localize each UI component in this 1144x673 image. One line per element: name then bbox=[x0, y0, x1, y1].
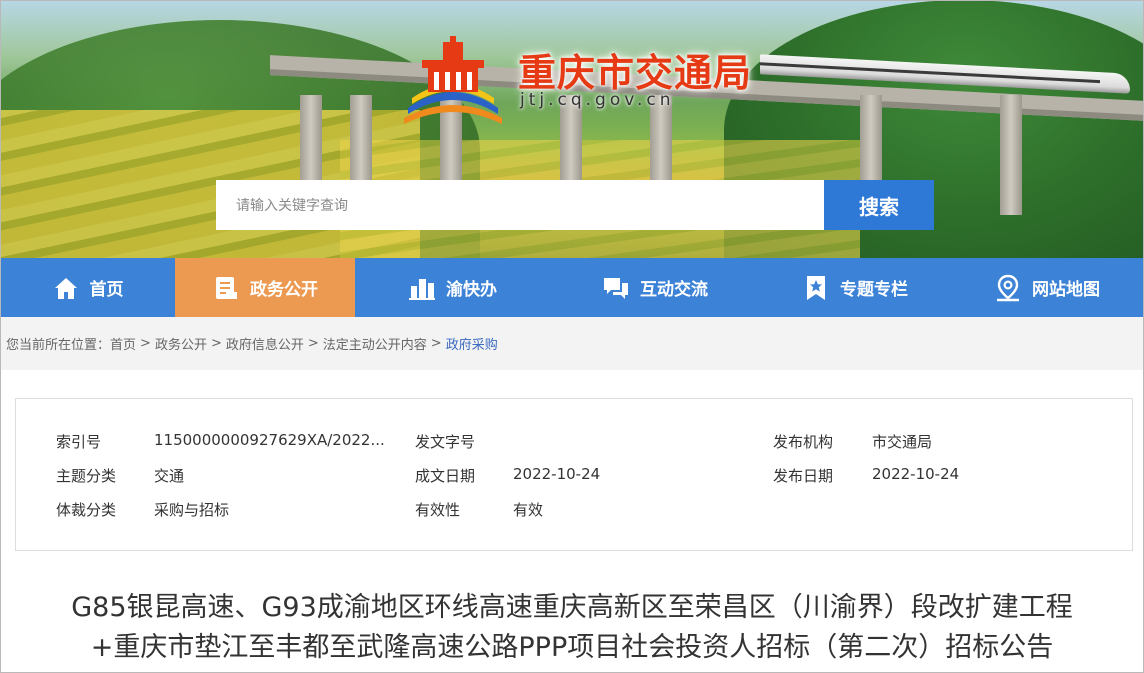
nav-item-label: 渝快办 bbox=[446, 280, 497, 300]
bridge-pillar bbox=[1000, 95, 1022, 215]
breadcrumb-separator: > bbox=[307, 336, 319, 351]
created-date-value: 2022-10-24 bbox=[513, 465, 601, 483]
site-url: jtj.cq.gov.cn bbox=[520, 90, 675, 110]
published-date-label: 发布日期 bbox=[773, 467, 834, 485]
map-pin-icon bbox=[997, 274, 1019, 301]
nav-item-interaction[interactable]: 互动交流 bbox=[550, 258, 760, 317]
info-row: 主题分类 交通 成文日期 2022-10-24 发布日期 2022-10-24 bbox=[16, 465, 1132, 485]
doc-no-label: 发文字号 bbox=[415, 433, 476, 451]
site-title[interactable]: 重庆市交通局 bbox=[518, 42, 752, 97]
search-input[interactable] bbox=[216, 180, 824, 230]
breadcrumb-link-gov-affairs[interactable]: 政务公开 bbox=[155, 334, 207, 353]
chat-icon bbox=[604, 277, 628, 299]
breadcrumb-link-procurement[interactable]: 政府采购 bbox=[446, 334, 498, 353]
breadcrumb-separator: > bbox=[210, 336, 222, 351]
breadcrumb-link-home[interactable]: 首页 bbox=[110, 334, 136, 353]
topic-value: 交通 bbox=[154, 467, 185, 485]
created-date-label: 成文日期 bbox=[415, 467, 476, 485]
site-logo-icon[interactable] bbox=[398, 36, 508, 128]
index-label: 索引号 bbox=[56, 433, 102, 451]
document-icon bbox=[216, 276, 237, 299]
validity-value: 有效 bbox=[513, 501, 544, 519]
breadcrumb-link-gov-info[interactable]: 政府信息公开 bbox=[226, 334, 304, 353]
page-title-line: G85银昆高速、G93成渝地区环线高速重庆高新区至荣昌区（川渝界）段改扩建工程 bbox=[71, 592, 1073, 623]
nav-item-label: 网站地图 bbox=[1032, 280, 1100, 300]
nav-item-label: 首页 bbox=[89, 280, 124, 300]
genre-label: 体裁分类 bbox=[56, 501, 117, 519]
published-date-value: 2022-10-24 bbox=[872, 465, 960, 483]
home-icon bbox=[54, 277, 77, 299]
document-info-table: 索引号 1150000000927629XA/2022... 发文字号 发布机构… bbox=[15, 398, 1133, 551]
nav-item-label: 互动交流 bbox=[640, 280, 708, 300]
nav-item-special-topics[interactable]: 专题专栏 bbox=[760, 258, 950, 317]
issuer-value: 市交通局 bbox=[872, 433, 933, 451]
star-bookmark-icon bbox=[807, 275, 825, 300]
buildings-icon bbox=[409, 278, 435, 300]
breadcrumb-separator: > bbox=[430, 336, 442, 351]
breadcrumb-link-statutory[interactable]: 法定主动公开内容 bbox=[323, 334, 427, 353]
page-title-line: +重庆市垫江至丰都至武隆高速公路PPP项目社会投资人招标（第二次）招标公告 bbox=[90, 632, 1054, 663]
nav-item-sitemap[interactable]: 网站地图 bbox=[950, 258, 1144, 317]
search-button[interactable]: 搜索 bbox=[824, 180, 934, 230]
breadcrumb-separator: > bbox=[140, 336, 151, 351]
nav-item-yukuaiban[interactable]: 渝快办 bbox=[355, 258, 550, 317]
nav-item-gov-affairs[interactable]: 政务公开 bbox=[175, 258, 355, 317]
topic-label: 主题分类 bbox=[56, 467, 117, 485]
info-row: 体裁分类 采购与招标 有效性 有效 bbox=[16, 499, 1132, 519]
nav-item-label: 政务公开 bbox=[250, 280, 318, 300]
issuer-label: 发布机构 bbox=[773, 433, 834, 451]
genre-value: 采购与招标 bbox=[154, 501, 230, 519]
breadcrumb: 您当前所在位置： 首页 > 政务公开 > 政府信息公开 > 法定主动公开内容 >… bbox=[0, 317, 1144, 370]
nav-item-home[interactable]: 首页 bbox=[0, 258, 175, 317]
nav-item-label: 专题专栏 bbox=[840, 280, 908, 300]
page-title: G85银昆高速、G93成渝地区环线高速重庆高新区至荣昌区（川渝界）段改扩建工程 … bbox=[0, 588, 1144, 668]
index-value: 1150000000927629XA/2022... bbox=[154, 431, 385, 449]
header-banner: 重庆市交通局 jtj.cq.gov.cn 搜索 bbox=[0, 0, 1144, 258]
info-row: 索引号 1150000000927629XA/2022... 发文字号 发布机构… bbox=[16, 431, 1132, 451]
main-nav: 首页 政务公开 渝快办 互动交流 专题专栏 网站地图 bbox=[0, 258, 1144, 317]
validity-label: 有效性 bbox=[415, 501, 461, 519]
breadcrumb-prefix: 您当前所在位置： bbox=[6, 338, 111, 353]
